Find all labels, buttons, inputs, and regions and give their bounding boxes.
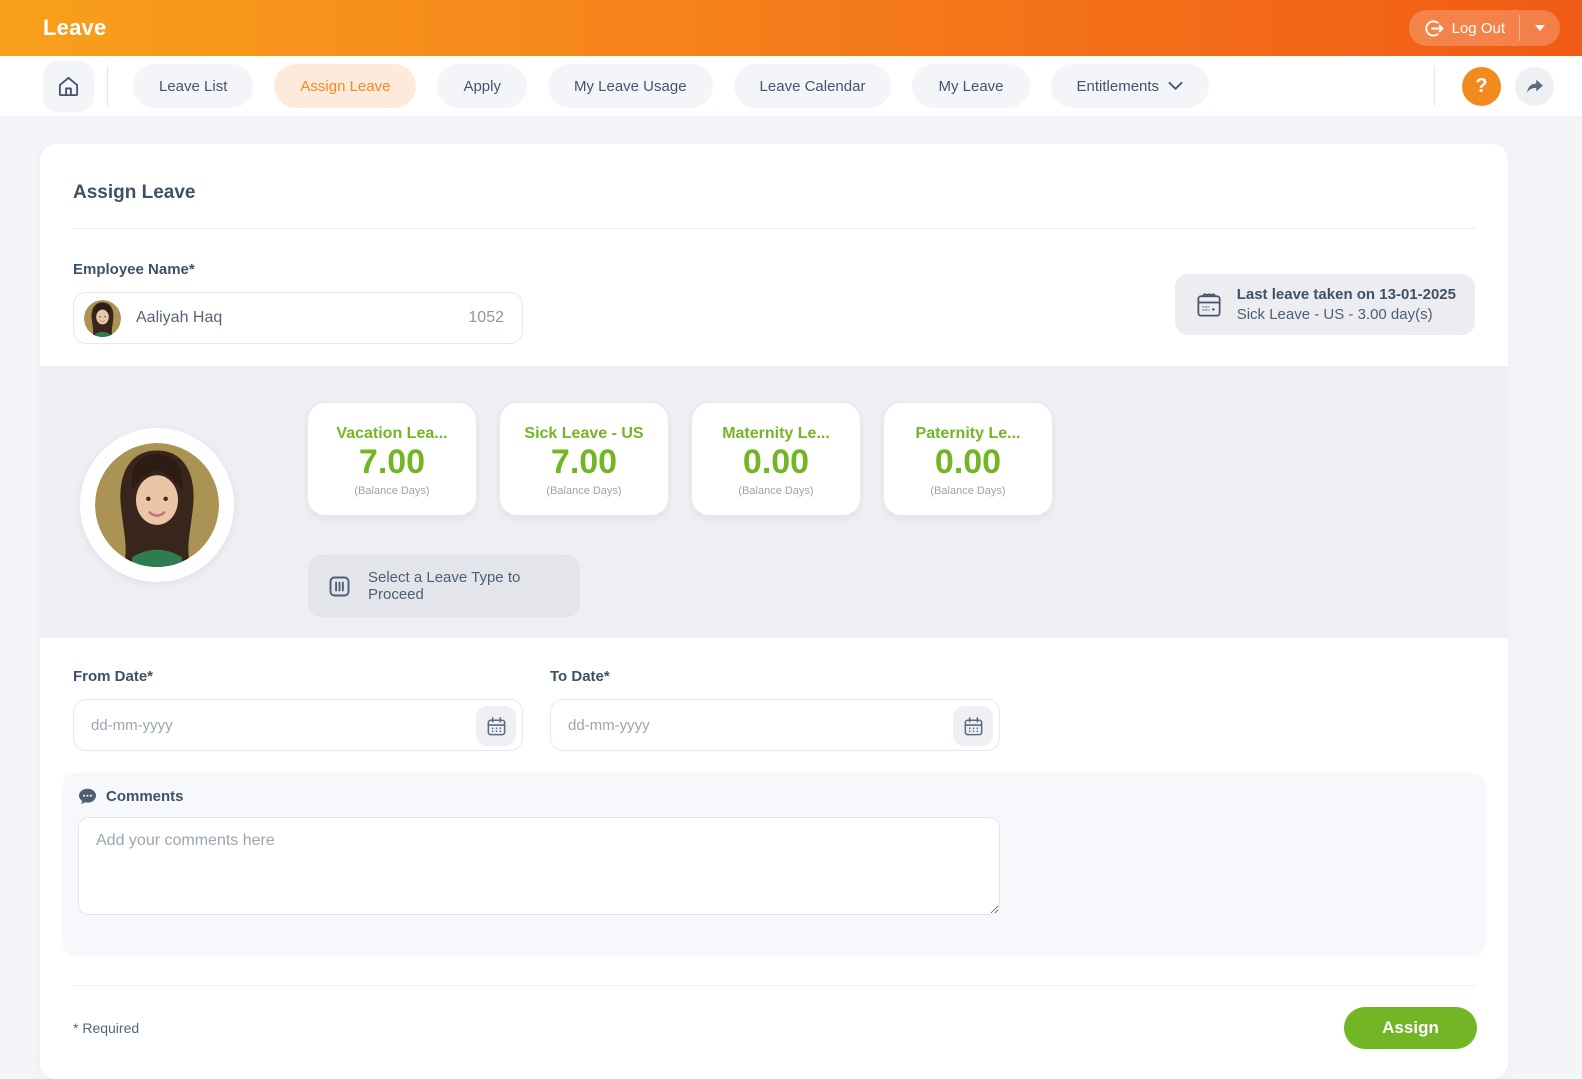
employee-select[interactable]: Aaliyah Haq 1052 [73,292,523,344]
employee-name: Aaliyah Haq [136,309,223,326]
employee-id: 1052 [468,309,504,326]
top-bar: Leave Log Out [0,0,1582,56]
comment-bubble-icon [78,788,97,805]
chevron-down-icon [1168,81,1183,91]
logout-dropdown-button[interactable] [1520,10,1560,46]
tab-my-leave[interactable]: My Leave [912,64,1030,108]
balance-type: Vacation Lea... [336,425,448,443]
to-date-label: To Date* [550,668,610,685]
logout-label: Log Out [1451,19,1505,37]
balance-cards: Vacation Lea... 7.00 (Balance Days) Sick… [308,403,1052,515]
select-leave-type-text: Select a Leave Type to Proceed [368,569,521,603]
tab-leave-list[interactable]: Leave List [133,64,254,108]
help-button[interactable]: ? [1462,66,1501,106]
tab-assign-leave[interactable]: Assign Leave [274,64,417,108]
employee-avatar [84,299,121,337]
leave-type-list-icon [326,573,353,600]
balance-value: 0.00 [742,443,810,482]
balance-unit: (Balance Days) [546,484,622,497]
employee-name-label: Employee Name* [73,261,195,278]
divider [73,985,1475,986]
from-date-calendar-button[interactable] [476,706,516,746]
calendar-icon [485,715,508,738]
balance-card-paternity[interactable]: Paternity Le... 0.00 (Balance Days) [884,403,1052,515]
home-icon [57,75,80,98]
to-date-input[interactable] [551,716,999,734]
balance-type: Paternity Le... [915,425,1021,443]
tab-label: Leave Calendar [759,77,866,95]
module-navbar: Leave List Assign Leave Apply My Leave U… [0,56,1582,117]
tab-apply[interactable]: Apply [437,64,527,108]
balance-unit: (Balance Days) [354,484,430,497]
balance-card-sick[interactable]: Sick Leave - US 7.00 (Balance Days) [500,403,668,515]
balance-value: 7.00 [358,443,426,482]
from-date-input[interactable] [74,716,522,734]
logout-icon [1425,19,1444,38]
home-button[interactable] [43,60,94,112]
nav-tabs: Leave List Assign Leave Apply My Leave U… [133,64,1210,108]
from-date-label: From Date* [73,668,154,685]
balance-value: 0.00 [934,443,1002,482]
tab-my-leave-usage[interactable]: My Leave Usage [547,64,713,108]
assign-button[interactable]: Assign [1344,1007,1477,1049]
tab-label: My Leave Usage [573,77,687,95]
share-button[interactable] [1515,66,1554,106]
leave-balance-section: Vacation Lea... 7.00 (Balance Days) Sick… [40,366,1508,638]
balance-card-vacation[interactable]: Vacation Lea... 7.00 (Balance Days) [308,403,476,515]
tab-label: Apply [463,77,501,95]
divider [107,66,108,106]
required-note: * Required [73,1020,140,1036]
tab-label: Leave List [159,77,228,95]
page-title: Assign Leave [73,182,196,203]
balance-card-maternity[interactable]: Maternity Le... 0.00 (Balance Days) [692,403,860,515]
chevron-down-icon [1535,25,1545,31]
calendar-icon [962,715,985,738]
comments-textarea[interactable] [78,817,1000,915]
nav-actions: ? [1421,66,1554,106]
tab-label: Entitlements [1076,77,1160,95]
calendar-icon [1194,290,1224,320]
balance-unit: (Balance Days) [738,484,814,497]
last-leave-info: Last leave taken on 13-01-2025 Sick Leav… [1174,274,1475,335]
assign-leave-card: Assign Leave Employee Name* Aaliyah Haq … [40,144,1508,1079]
last-leave-date: Last leave taken on 13-01-2025 [1236,286,1456,303]
balance-type: Sick Leave - US [524,425,644,443]
balance-value: 7.00 [550,443,618,482]
last-leave-detail: Sick Leave - US - 3.00 day(s) [1236,306,1433,323]
tab-entitlements[interactable]: Entitlements [1050,64,1210,108]
tab-label: Assign Leave [300,77,391,95]
logout-button[interactable]: Log Out [1409,10,1519,46]
divider [1434,66,1435,106]
to-date-calendar-button[interactable] [953,706,993,746]
balance-type: Maternity Le... [722,425,830,443]
help-label: ? [1475,74,1488,97]
module-title: Leave [43,15,107,40]
comments-section: Comments [62,773,1486,956]
employee-photo [80,428,234,582]
logout-group: Log Out [1408,10,1560,46]
comments-label: Comments [106,788,184,805]
share-forward-icon [1525,76,1545,96]
select-leave-type-hint: Select a Leave Type to Proceed [308,555,580,617]
tab-leave-calendar[interactable]: Leave Calendar [733,64,892,108]
divider [73,228,1475,229]
balance-unit: (Balance Days) [930,484,1006,497]
tab-label: My Leave [938,77,1004,95]
